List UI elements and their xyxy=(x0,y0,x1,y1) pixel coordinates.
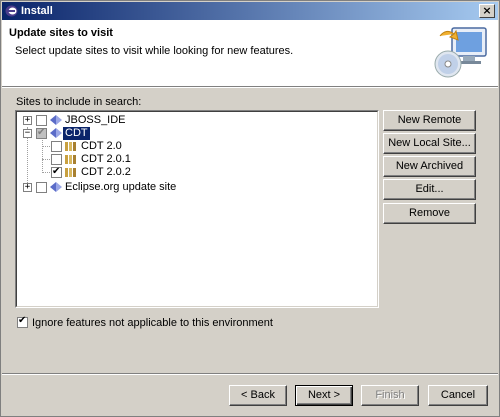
tree-item-cdt[interactable]: − CDT xyxy=(17,126,357,141)
new-local-site-button[interactable]: New Local Site... xyxy=(383,133,476,154)
page-title: Update sites to visit xyxy=(9,27,113,39)
ignore-features-label[interactable]: Ignore features not applicable to this e… xyxy=(32,317,273,329)
checkbox[interactable] xyxy=(36,182,47,193)
cancel-button[interactable]: Cancel xyxy=(428,385,488,406)
tree-item-cdt-2-0-1[interactable]: CDT 2.0.1 xyxy=(17,153,357,166)
tree-item-cdt-2-0[interactable]: CDT 2.0 xyxy=(17,140,357,153)
expand-icon[interactable]: + xyxy=(23,183,32,192)
site-icon xyxy=(50,128,62,138)
tree-item-label: CDT xyxy=(62,126,91,141)
sites-label: Sites to include in search: xyxy=(16,96,142,108)
collapse-icon[interactable]: − xyxy=(23,129,32,138)
new-remote-site-button[interactable]: New Remote Site... xyxy=(383,110,476,145)
expand-icon[interactable]: + xyxy=(23,116,32,125)
checkbox[interactable] xyxy=(36,115,47,126)
remove-button[interactable]: Remove xyxy=(383,203,476,224)
tree-item-label: Eclipse.org update site xyxy=(65,181,177,193)
checkbox[interactable] xyxy=(51,165,62,178)
checkbox[interactable] xyxy=(36,126,47,139)
tree-item-label: CDT 2.0.1 xyxy=(81,153,131,165)
ignore-features-checkbox[interactable] xyxy=(17,315,28,328)
title-bar[interactable]: Install × xyxy=(2,2,498,20)
tree-item-label: JBOSS_IDE xyxy=(65,114,126,126)
install-dialog: Install × Update sites to visit Select u… xyxy=(0,0,500,417)
sites-tree[interactable]: + JBOSS_IDE − CDT CDT 2.0 xyxy=(15,110,379,308)
page-description: Select update sites to visit while looki… xyxy=(15,45,294,57)
checkbox[interactable] xyxy=(51,141,62,152)
category-icon xyxy=(65,155,76,164)
category-icon xyxy=(65,142,76,151)
wizard-header: Update sites to visit Select update site… xyxy=(2,20,498,87)
site-icon xyxy=(50,115,62,125)
finish-button[interactable]: Finish xyxy=(361,385,419,406)
tree-item-label: CDT 2.0 xyxy=(81,140,122,152)
next-button[interactable]: Next > xyxy=(295,385,353,406)
checkbox[interactable] xyxy=(51,154,62,165)
install-wizard-icon xyxy=(434,27,487,78)
site-icon xyxy=(50,182,62,192)
header-separator xyxy=(2,87,498,88)
close-button[interactable]: × xyxy=(479,4,495,18)
tree-item-label: CDT 2.0.2 xyxy=(81,166,131,178)
back-button[interactable]: < Back xyxy=(229,385,287,406)
tree-item-cdt-2-0-2[interactable]: CDT 2.0.2 xyxy=(17,165,357,179)
tree-item-eclipse-update-site[interactable]: + Eclipse.org update site xyxy=(17,181,357,194)
edit-button[interactable]: Edit... xyxy=(383,179,476,200)
new-archived-site-button[interactable]: New Archived Site... xyxy=(383,156,476,191)
tree-item-jboss-ide[interactable]: + JBOSS_IDE xyxy=(17,114,357,127)
window-title: Install xyxy=(21,5,53,17)
category-icon xyxy=(65,168,76,177)
eclipse-icon xyxy=(5,5,18,17)
footer-separator xyxy=(2,373,498,375)
